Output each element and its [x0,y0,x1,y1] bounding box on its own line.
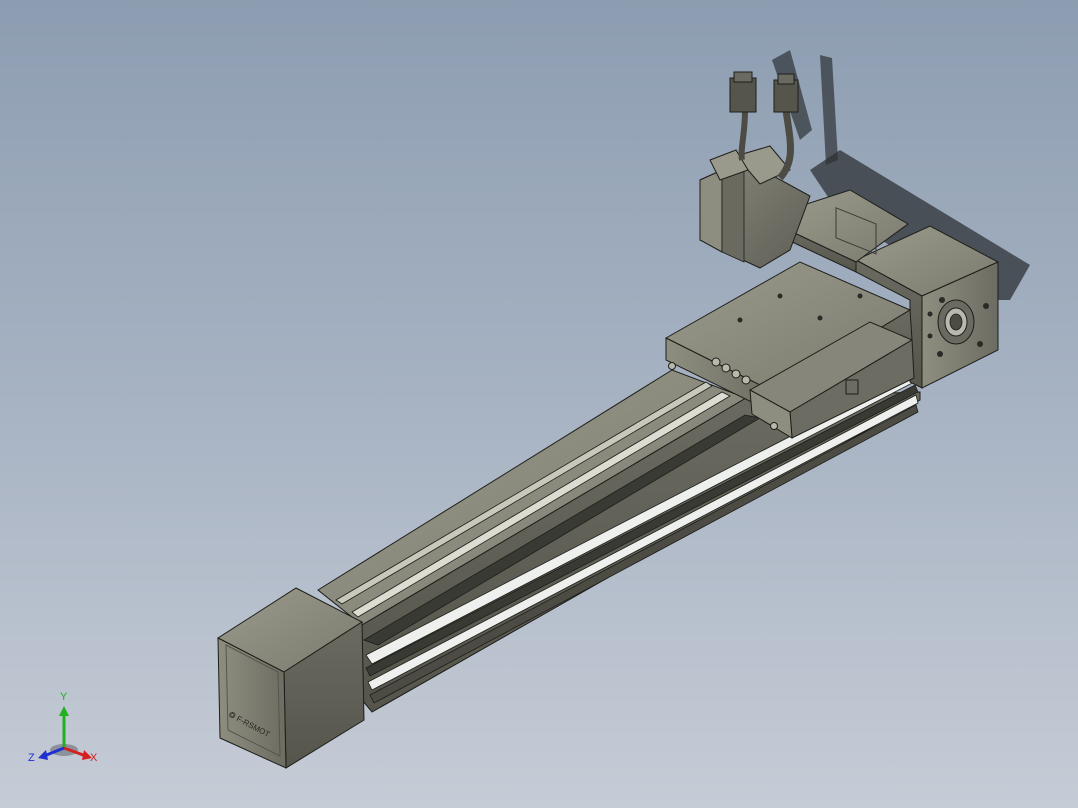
end-cap-near[interactable] [216,587,365,769]
axis-triad[interactable]: Y X Z [26,692,106,768]
cad-viewport[interactable]: ❂ F-RSMOT Y X Z [0,0,1078,808]
linear-actuator-model[interactable]: ❂ F-RSMOT [0,0,1078,808]
y-axis-label: Y [60,691,68,703]
rail-body[interactable] [317,369,921,713]
z-axis-label: Z [28,752,35,764]
x-axis-label: X [90,752,98,764]
